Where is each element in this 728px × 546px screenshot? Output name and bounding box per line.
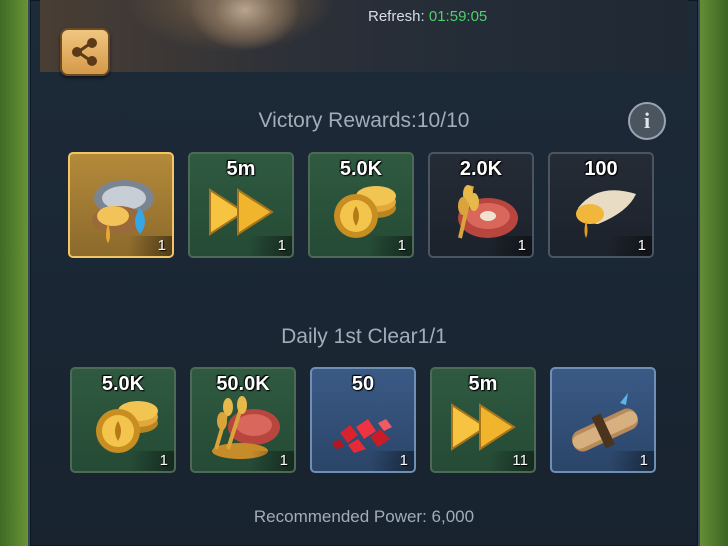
victory-rewards-title: Victory Rewards:10/10	[258, 109, 470, 132]
reward-tile-food[interactable]: 2.0K 1	[428, 152, 534, 258]
reward-tile-honey-horn[interactable]: 100 1	[548, 152, 654, 258]
share-button[interactable]	[60, 28, 110, 76]
info-button[interactable]: i	[628, 102, 666, 140]
reward-count: 1	[279, 452, 288, 469]
daily-rewards-row: 5.0K 1 50.0K 1 50 1 5m 11 1	[30, 367, 698, 475]
reward-count: 11	[512, 452, 528, 469]
reward-tile-honey-shell[interactable]: 1	[68, 152, 174, 258]
reward-count: 1	[157, 237, 166, 254]
reward-amount: 2.0K	[459, 158, 503, 180]
reward-count: 1	[399, 452, 408, 469]
reward-tile-food[interactable]: 50.0K 1	[190, 367, 296, 473]
reward-amount: 50	[351, 373, 375, 395]
recommended-power: Recommended Power: 6,000	[253, 507, 475, 526]
reward-amount: 50.0K	[216, 373, 270, 395]
reward-count: 1	[639, 452, 648, 469]
reward-count: 1	[637, 237, 646, 254]
reward-tile-speedup[interactable]: 5m 11	[430, 367, 536, 473]
reward-tile-speedup[interactable]: 5m 1	[188, 152, 294, 258]
reward-count: 1	[277, 237, 286, 254]
reward-amount: 100	[584, 158, 618, 180]
reward-amount: 5m	[468, 373, 498, 395]
reward-amount: 5.0K	[339, 158, 383, 180]
daily-first-clear-title: Daily 1st Clear1/1	[281, 325, 447, 348]
reward-tile-scroll[interactable]: 1	[550, 367, 656, 473]
reward-amount: 5m	[226, 158, 256, 180]
reward-tile-gems[interactable]: 50 1	[310, 367, 416, 473]
hero-portrait	[190, 0, 300, 60]
refresh-timer: Refresh: 01:59:05	[368, 8, 487, 25]
victory-rewards-row: 1 5m 1 5.0K 1 2.0K 1 100 1	[30, 152, 698, 260]
share-icon	[72, 38, 97, 66]
reward-tile-gold-coins[interactable]: 5.0K 1	[70, 367, 176, 473]
info-icon: i	[643, 108, 651, 133]
refresh-label: Refresh:	[368, 8, 425, 25]
reward-amount: 5.0K	[101, 373, 145, 395]
reward-count: 1	[159, 452, 168, 469]
hero-banner	[40, 0, 688, 72]
refresh-time: 01:59:05	[428, 8, 488, 25]
reward-count: 1	[397, 237, 406, 254]
battle-rewards-panel: Refresh: 01:59:05 Victory Rewards:10/10 …	[28, 0, 700, 546]
reward-count: 1	[517, 237, 526, 254]
reward-tile-gold-coins[interactable]: 5.0K 1	[308, 152, 414, 258]
